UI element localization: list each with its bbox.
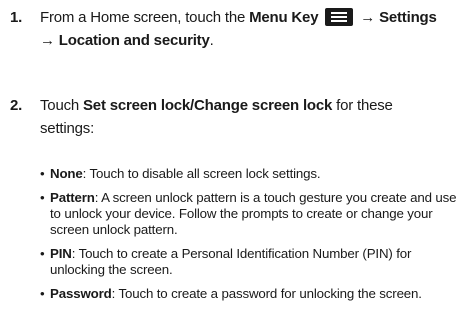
instructions-page: 1. From a Home screen, touch the Menu Ke… xyxy=(0,0,472,312)
bullet-term: Password xyxy=(50,286,112,301)
step-1-prefix: From a Home screen, touch the xyxy=(40,9,250,26)
step-1-line-2: → Location and security. xyxy=(40,29,437,52)
step-2-number: 2. xyxy=(10,97,23,114)
step-2-line-2: settings: xyxy=(40,120,95,137)
list-item-pattern: • Pattern: A screen unlock pattern is a … xyxy=(40,190,468,238)
step-2-prefix: Touch xyxy=(40,97,83,114)
list-item-none: • None: Touch to disable all screen lock… xyxy=(40,166,468,182)
list-item-password: • Password: Touch to create a password f… xyxy=(40,286,468,302)
bullet-dot: • xyxy=(40,246,45,261)
lock-options-list: • None: Touch to disable all screen lock… xyxy=(40,166,468,310)
step-2-text: Touch Set screen lock/Change screen lock… xyxy=(40,94,393,140)
step-1-text: From a Home screen, touch the Menu Key →… xyxy=(40,6,437,52)
list-item-pin: • PIN: Touch to create a Personal Identi… xyxy=(40,246,468,278)
bullet-dot: • xyxy=(40,190,45,205)
step-1-number: 1. xyxy=(10,9,23,26)
settings-label: Settings xyxy=(379,9,437,26)
arrow-1: → xyxy=(356,9,380,26)
location-security-label: Location and security xyxy=(58,32,210,49)
arrow-2: → xyxy=(40,32,59,49)
menu-key-label: Menu Key xyxy=(249,9,319,26)
step-1-period: . xyxy=(209,32,214,49)
step-2-suffix: for these xyxy=(332,97,393,114)
step-2-line-1: Touch Set screen lock/Change screen lock… xyxy=(40,94,393,117)
bullet-desc: : A screen unlock pattern is a touch ges… xyxy=(50,190,457,237)
bullet-desc: : Touch to create a Personal Identificat… xyxy=(50,246,412,277)
bullet-term: PIN xyxy=(50,246,72,261)
bullet-dot: • xyxy=(40,166,45,181)
bullet-term: None xyxy=(50,166,83,181)
bullet-dot: • xyxy=(40,286,45,301)
bullet-desc: : Touch to create a password for unlocki… xyxy=(111,286,422,301)
bullet-desc: : Touch to disable all screen lock setti… xyxy=(82,166,321,181)
set-screen-lock-label: Set screen lock/Change screen lock xyxy=(83,97,333,114)
bullet-term: Pattern xyxy=(50,190,95,205)
menu-key-icon xyxy=(325,8,354,26)
step-1-line-1: From a Home screen, touch the Menu Key →… xyxy=(40,6,437,29)
